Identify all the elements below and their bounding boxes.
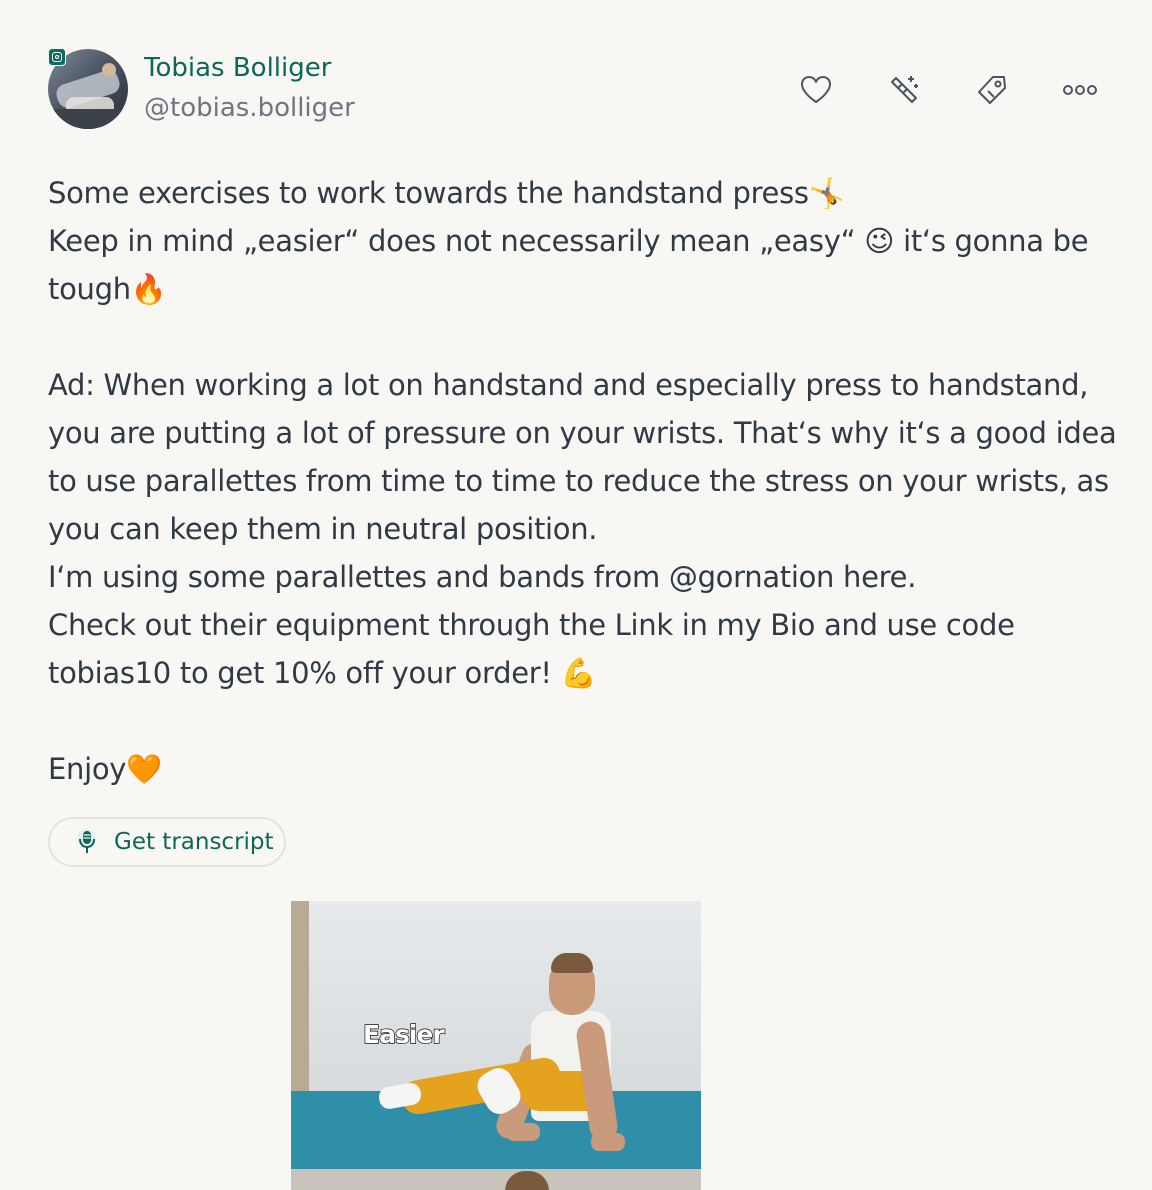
- tag-icon: [978, 76, 1006, 104]
- get-transcript-label: Get transcript: [114, 829, 274, 855]
- author-handle[interactable]: @tobias.bolliger: [144, 93, 355, 123]
- more-button[interactable]: [1056, 70, 1104, 110]
- more-icon: [1063, 85, 1097, 95]
- post-text: Some exercises to work towards the hands…: [48, 176, 1117, 786]
- post-media-image[interactable]: Easier: [291, 901, 701, 1190]
- microphone-icon: [77, 829, 97, 853]
- like-button[interactable]: [792, 70, 840, 110]
- tag-button[interactable]: [968, 70, 1016, 110]
- author-name[interactable]: Tobias Bolliger: [144, 53, 331, 83]
- post-actions: [792, 70, 1104, 110]
- magic-button[interactable]: [880, 70, 928, 110]
- magic-wand-icon: [891, 76, 918, 103]
- media-caption: Easier: [362, 1019, 445, 1049]
- get-transcript-button[interactable]: Get transcript: [48, 817, 286, 867]
- instagram-icon: [48, 48, 66, 66]
- heart-icon: [800, 75, 832, 104]
- post-header: Tobias Bolliger @tobias.bolliger: [48, 48, 1104, 130]
